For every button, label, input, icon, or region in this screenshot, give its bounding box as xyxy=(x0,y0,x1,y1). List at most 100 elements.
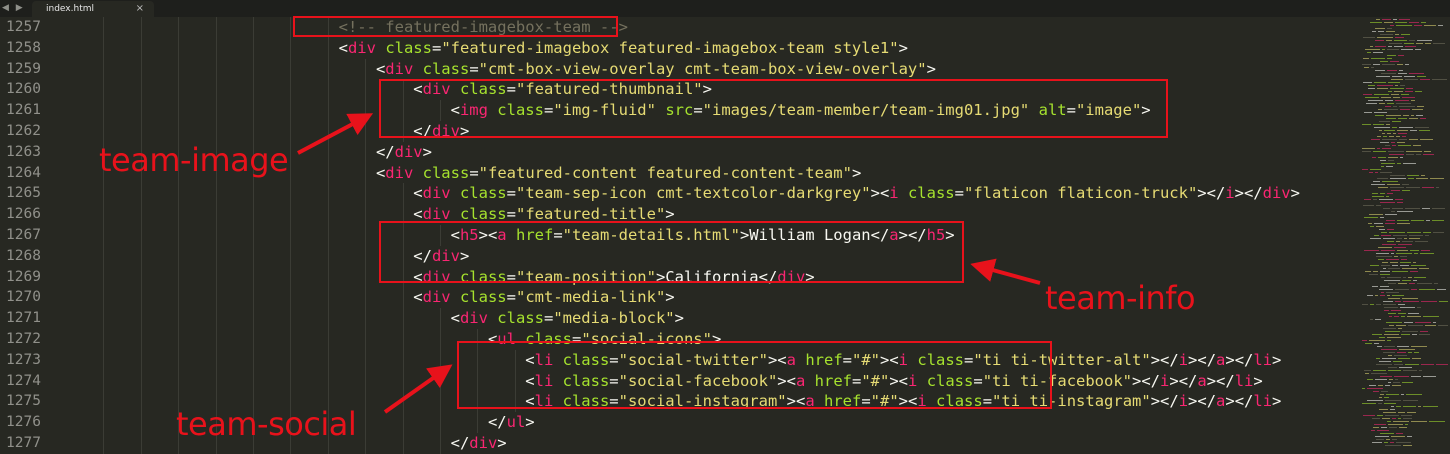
minimap-line xyxy=(1387,295,1390,296)
line-number: 1263 xyxy=(6,143,41,160)
minimap-line xyxy=(1382,358,1396,359)
minimap-line xyxy=(1411,265,1426,266)
minimap-line xyxy=(1387,28,1392,29)
minimap-line xyxy=(1375,379,1387,380)
indent-guide xyxy=(253,308,254,329)
minimap-line xyxy=(1421,301,1437,302)
minimap-line xyxy=(1376,226,1384,227)
minimap-line xyxy=(1369,385,1376,386)
minimap-line xyxy=(1377,37,1393,38)
minimap-line xyxy=(1410,271,1418,272)
line-number: 1275 xyxy=(6,393,41,410)
minimap-line xyxy=(1381,166,1384,167)
minimap-line xyxy=(1374,223,1383,224)
code-token: "featured-imagebox featured-imagebox-tea… xyxy=(441,38,899,57)
minimap-line xyxy=(1377,415,1383,416)
indent-guide xyxy=(253,183,254,205)
minimap-line xyxy=(1376,304,1381,305)
minimap-line xyxy=(1386,259,1399,260)
minimap-line xyxy=(1415,127,1429,128)
minimap-line xyxy=(1398,283,1407,284)
minimap-line xyxy=(1377,430,1389,431)
code-token: > xyxy=(1272,392,1282,411)
indent-guide xyxy=(140,100,142,121)
minimap-line xyxy=(1379,397,1382,398)
code-token: li xyxy=(1234,371,1254,390)
minimap-line xyxy=(1365,373,1369,374)
minimap-line xyxy=(1375,319,1381,320)
minimap-line xyxy=(1432,208,1445,209)
minimap-line xyxy=(1423,376,1436,377)
minimap-line xyxy=(1370,265,1379,266)
code-token: i xyxy=(1178,350,1189,369)
minimap-line xyxy=(1386,292,1399,293)
tab-nav-arrows[interactable]: ◀ ▶ xyxy=(2,0,25,17)
code-token: </ xyxy=(375,142,395,161)
minimap-line xyxy=(1397,202,1403,203)
minimap-line xyxy=(1436,187,1439,188)
minimap-line xyxy=(1378,385,1383,386)
minimap-line xyxy=(1381,349,1397,350)
minimap-line xyxy=(1372,157,1376,158)
indent-guide xyxy=(253,245,254,267)
close-icon[interactable]: × xyxy=(136,1,144,17)
minimap-line xyxy=(1365,97,1379,98)
indent-guide xyxy=(327,183,329,205)
minimap-line xyxy=(1399,427,1407,428)
minimap-line xyxy=(1398,304,1405,305)
minimap-line xyxy=(1383,268,1386,269)
minimap-line xyxy=(1397,223,1410,224)
minimap-line xyxy=(1386,166,1393,167)
minimap-line xyxy=(1393,235,1407,236)
minimap-line xyxy=(1386,115,1401,116)
minimap-line xyxy=(1392,76,1402,77)
code-token: class xyxy=(422,59,470,78)
indent-guide xyxy=(440,412,441,433)
minimap-line xyxy=(1380,202,1395,203)
minimap-line xyxy=(1362,403,1376,404)
minimap-line xyxy=(1362,148,1375,149)
tab-index-html[interactable]: index.html × xyxy=(32,1,154,17)
code-token: > xyxy=(851,163,862,182)
minimap[interactable] xyxy=(1358,17,1450,450)
minimap-line xyxy=(1387,193,1393,194)
minimap-line xyxy=(1386,439,1390,440)
minimap-line xyxy=(1370,319,1373,320)
code-token: = xyxy=(469,59,479,78)
minimap-line xyxy=(1381,265,1390,266)
indent-guide xyxy=(365,412,367,433)
minimap-line xyxy=(1367,295,1373,296)
minimap-line xyxy=(1424,151,1431,152)
minimap-line xyxy=(1405,46,1416,47)
minimap-line xyxy=(1388,268,1400,269)
indent-guide xyxy=(365,349,367,371)
indent-guide xyxy=(178,204,180,225)
indent-guide xyxy=(402,370,404,392)
indent-guide xyxy=(140,308,142,329)
minimap-line xyxy=(1375,436,1389,437)
indent-guide xyxy=(103,17,105,38)
indent-guide xyxy=(103,100,105,121)
minimap-line xyxy=(1371,373,1387,374)
minimap-line xyxy=(1381,97,1391,98)
minimap-line xyxy=(1375,46,1386,47)
comment-highlight-box xyxy=(293,16,618,37)
minimap-line xyxy=(1404,322,1413,323)
minimap-line xyxy=(1388,370,1401,371)
indent-guide xyxy=(365,79,367,101)
minimap-line xyxy=(1425,43,1431,44)
code-token: a xyxy=(1216,350,1226,369)
indent-guide xyxy=(290,328,292,350)
minimap-line xyxy=(1392,418,1396,419)
indent-guide xyxy=(290,224,292,246)
code-token: > xyxy=(422,142,432,161)
indent-guide xyxy=(290,162,292,184)
minimap-line xyxy=(1402,268,1417,269)
indent-guide xyxy=(215,37,217,59)
minimap-line xyxy=(1381,232,1387,233)
minimap-line xyxy=(1391,253,1394,254)
minimap-line xyxy=(1385,100,1393,101)
minimap-line xyxy=(1372,442,1382,443)
minimap-line xyxy=(1398,418,1401,419)
minimap-line xyxy=(1400,262,1411,263)
